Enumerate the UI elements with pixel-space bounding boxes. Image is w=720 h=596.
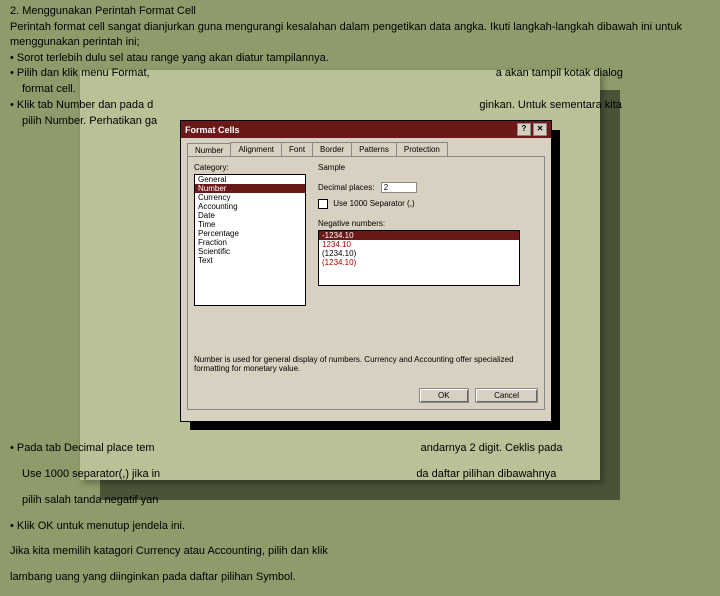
neg-opt-1[interactable]: -1234.10 <box>319 231 519 240</box>
bullet-5: • Klik OK untuk menutup jendela ini. <box>10 519 710 534</box>
cat-text[interactable]: Text <box>195 256 305 265</box>
checkbox-icon[interactable] <box>318 199 328 209</box>
cat-accounting[interactable]: Accounting <box>195 202 305 211</box>
bullet-4-line1: • Pada tab Decimal place tem andarnya 2 … <box>10 441 710 456</box>
dialog-title: Format Cells <box>185 125 240 135</box>
help-icon[interactable]: ? <box>517 123 531 136</box>
neg-opt-4[interactable]: (1234.10) <box>319 258 519 267</box>
para-1: Perintah format cell sangat dianjurkan g… <box>10 20 710 50</box>
dialog-buttons: OK Cancel <box>415 388 538 403</box>
bullet-2-line2: format cell. <box>10 82 710 97</box>
decimal-spinner[interactable]: 2 <box>381 182 417 193</box>
document-text-bottom: • Pada tab Decimal place tem andarnya 2 … <box>10 430 710 596</box>
tab-border[interactable]: Border <box>312 142 352 156</box>
bullet-4-line2: Use 1000 separator(,) jika in da daftar … <box>10 467 710 482</box>
cat-fraction[interactable]: Fraction <box>195 238 305 247</box>
tab-protection[interactable]: Protection <box>396 142 448 156</box>
decimal-row: Decimal places: 2 <box>318 182 528 193</box>
para-currency-2: lambang uang yang diinginkan pada daftar… <box>10 570 710 585</box>
dialog-tabs: Number Alignment Font Border Patterns Pr… <box>187 142 545 156</box>
bullet-2-line1: • Pilih dan klik menu Format, a akan tam… <box>10 66 710 81</box>
cat-scientific[interactable]: Scientific <box>195 247 305 256</box>
cat-number[interactable]: Number <box>195 184 305 193</box>
cat-time[interactable]: Time <box>195 220 305 229</box>
cat-currency[interactable]: Currency <box>195 193 305 202</box>
dialog-titlebar: Format Cells ? ✕ <box>181 121 551 138</box>
tab-number[interactable]: Number <box>187 143 231 157</box>
tab-panel-number: Category: General Number Currency Accoun… <box>187 156 545 410</box>
decimal-label: Decimal places: <box>318 183 374 192</box>
right-panel: Sample Decimal places: 2 Use 1000 Separa… <box>318 163 528 286</box>
cancel-button[interactable]: Cancel <box>475 388 538 403</box>
tab-font[interactable]: Font <box>281 142 313 156</box>
neg-opt-2[interactable]: 1234.10 <box>319 240 519 249</box>
tab-alignment[interactable]: Alignment <box>230 142 282 156</box>
sample-label: Sample <box>318 163 528 172</box>
ok-button[interactable]: OK <box>419 388 469 403</box>
close-icon[interactable]: ✕ <box>533 123 547 136</box>
document-text-top: 2. Menggunakan Perintah Format Cell Peri… <box>10 4 710 130</box>
section-heading: 2. Menggunakan Perintah Format Cell <box>10 4 710 19</box>
neg-opt-3[interactable]: (1234.10) <box>319 249 519 258</box>
cat-percentage[interactable]: Percentage <box>195 229 305 238</box>
bullet-3-line1: • Klik tab Number dan pada d ginkan. Unt… <box>10 98 710 113</box>
category-list[interactable]: General Number Currency Accounting Date … <box>194 174 306 306</box>
number-description: Number is used for general display of nu… <box>194 355 524 373</box>
bullet-4-line3: pilih salah tanda negatif yan <box>10 493 710 508</box>
separator-label: Use 1000 Separator (,) <box>333 199 414 208</box>
bullet-1: • Sorot terlebih dulu sel atau range yan… <box>10 51 710 66</box>
negative-list[interactable]: -1234.10 1234.10 (1234.10) (1234.10) <box>318 230 520 286</box>
cat-date[interactable]: Date <box>195 211 305 220</box>
format-cells-dialog: Format Cells ? ✕ Number Alignment Font B… <box>180 120 552 422</box>
separator-checkbox-row[interactable]: Use 1000 Separator (,) <box>318 199 528 209</box>
tab-patterns[interactable]: Patterns <box>351 142 397 156</box>
cat-general[interactable]: General <box>195 175 305 184</box>
negative-label: Negative numbers: <box>318 219 528 228</box>
para-currency-1: Jika kita memilih katagori Currency atau… <box>10 544 710 559</box>
